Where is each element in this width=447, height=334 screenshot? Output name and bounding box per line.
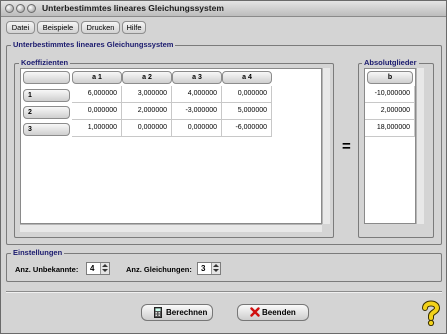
coefficients-table[interactable]: a 1 a 2 a 3 a 4 1 6,000000 3,000000 4,00… xyxy=(20,68,322,224)
coef-cell[interactable]: 4,000000 xyxy=(172,86,222,103)
row-header-3[interactable]: 3 xyxy=(23,123,70,136)
title-bar: Unterbestimmtes lineares Gleichungssyste… xyxy=(1,1,446,17)
coef-cell[interactable]: 5,000000 xyxy=(222,103,272,120)
vertical-scrollbar[interactable] xyxy=(322,68,330,224)
menu-hilfe[interactable]: Hilfe xyxy=(122,21,146,34)
coef-cell[interactable]: 6,000000 xyxy=(72,86,122,103)
horizontal-scrollbar[interactable] xyxy=(20,224,322,232)
row-header-2[interactable]: 2 xyxy=(23,106,70,119)
equations-spinner[interactable]: 3 xyxy=(197,262,221,275)
coef-cell[interactable]: -6,000000 xyxy=(222,120,272,137)
coef-cell[interactable]: 0,000000 xyxy=(222,86,272,103)
unknowns-spinner-arrows[interactable] xyxy=(100,263,109,274)
exit-button[interactable]: Beenden xyxy=(237,304,309,321)
coef-cell[interactable]: 0,000000 xyxy=(72,103,122,120)
unknowns-spinner[interactable]: 4 xyxy=(86,262,110,275)
row-header-1[interactable]: 1 xyxy=(23,89,70,102)
coef-cell[interactable]: 1,000000 xyxy=(72,120,122,137)
abs-cell[interactable]: 18,000000 xyxy=(365,120,415,137)
help-icon[interactable] xyxy=(419,300,443,328)
menu-beispiele[interactable]: Beispiele xyxy=(37,21,79,34)
window-title: Unterbestimmtes lineares Gleichungssyste… xyxy=(42,3,224,13)
menu-datei[interactable]: Datei xyxy=(6,21,35,34)
menu-drucken[interactable]: Drucken xyxy=(81,21,120,34)
equations-value: 3 xyxy=(201,264,206,273)
minimize-window-button[interactable] xyxy=(16,4,25,13)
main-group-title: Unterbestimmtes lineares Gleichungssyste… xyxy=(11,40,176,49)
coef-cell[interactable]: -3,000000 xyxy=(172,103,222,120)
settings-title: Einstellungen xyxy=(11,248,65,257)
app-window: Unterbestimmtes lineares Gleichungssyste… xyxy=(0,0,447,334)
spin-up-icon[interactable] xyxy=(213,264,219,267)
calculate-label: Berechnen xyxy=(166,308,208,317)
coef-cell[interactable]: 2,000000 xyxy=(122,103,172,120)
column-header-a4[interactable]: a 4 xyxy=(222,71,272,84)
coef-cell[interactable]: 3,000000 xyxy=(122,86,172,103)
spin-down-icon[interactable] xyxy=(213,269,219,272)
unknowns-label: Anz. Unbekannte: xyxy=(15,265,79,274)
close-window-button[interactable] xyxy=(5,4,14,13)
calculator-icon xyxy=(154,307,162,323)
close-x-icon xyxy=(250,307,260,322)
coef-cell[interactable]: 0,000000 xyxy=(122,120,172,137)
calculate-button[interactable]: Berechnen xyxy=(141,304,213,321)
column-header-a2[interactable]: a 2 xyxy=(122,71,172,84)
exit-label: Beenden xyxy=(262,308,296,317)
equals-sign: = xyxy=(342,138,351,155)
spin-down-icon[interactable] xyxy=(102,269,108,272)
bottom-separator xyxy=(6,291,442,293)
coefficients-title: Koeffizienten xyxy=(19,58,71,67)
abs-cell[interactable]: -10,000000 xyxy=(365,86,415,103)
unknowns-value: 4 xyxy=(90,264,95,273)
absolute-terms-table[interactable]: b -10,000000 2,000000 18,000000 xyxy=(364,68,416,224)
absolute-vertical-scrollbar[interactable] xyxy=(416,68,424,224)
column-header-b[interactable]: b xyxy=(367,71,413,84)
equations-label: Anz. Gleichungen: xyxy=(126,265,192,274)
column-header-a1[interactable]: a 1 xyxy=(72,71,122,84)
column-header-a3[interactable]: a 3 xyxy=(172,71,222,84)
abs-cell[interactable]: 2,000000 xyxy=(365,103,415,120)
coef-cell[interactable]: 0,000000 xyxy=(172,120,222,137)
equations-spinner-arrows[interactable] xyxy=(211,263,220,274)
maximize-window-button[interactable] xyxy=(27,4,36,13)
absolute-terms-title: Absolutglieder xyxy=(362,58,419,67)
spin-up-icon[interactable] xyxy=(102,264,108,267)
table-corner xyxy=(23,71,70,84)
